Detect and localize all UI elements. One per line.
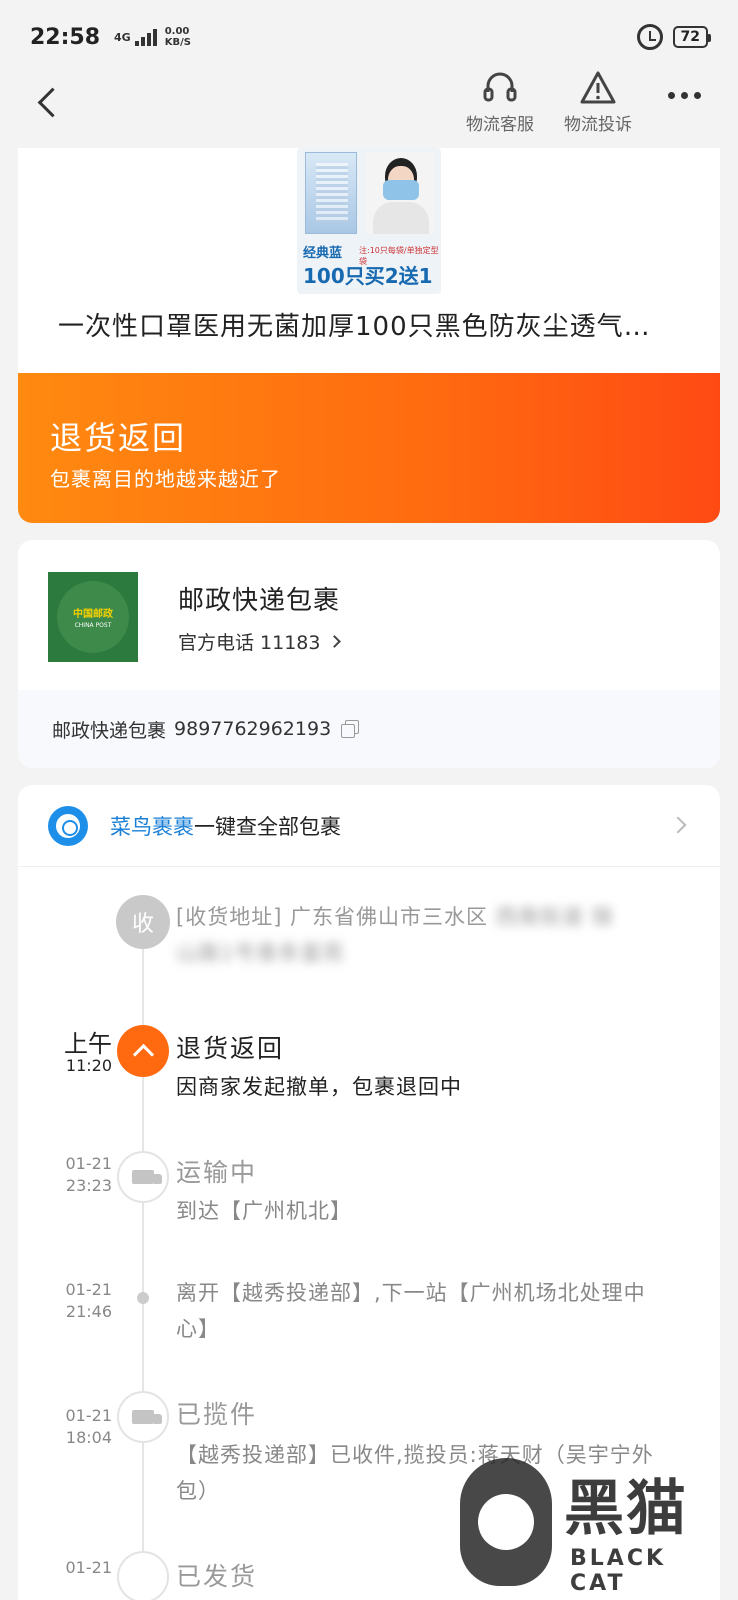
more-icon[interactable]	[668, 92, 701, 99]
event-date-day: 01-21	[65, 1558, 113, 1577]
cainiao-banner[interactable]: 菜鸟裹裹 一键查全部包裹	[18, 785, 720, 867]
chevron-right-icon	[328, 635, 342, 648]
net-speed-value: 0.00	[164, 26, 190, 37]
product-card[interactable]: 经典蓝 注:10只每袋/单独定型袋 100只买2送1 一次性口罩医用无菌加厚10…	[18, 148, 720, 378]
courier-name: 邮政快递包裹	[178, 586, 341, 616]
cainiao-brand: 菜鸟裹裹	[110, 814, 194, 839]
event-date-day: 01-21	[65, 1154, 113, 1173]
shipped-icon	[117, 1551, 169, 1600]
cainiao-text: 一键查全部包裹	[194, 814, 341, 839]
status-title: 退货返回	[50, 419, 187, 457]
headset-icon	[455, 68, 545, 108]
event-date: 01-21	[42, 1557, 113, 1579]
event-date-time: 11:20	[65, 1056, 112, 1075]
status-subtitle: 包裹离目的地越来越近了	[50, 467, 281, 491]
logo-en: CHINA POST	[74, 622, 112, 629]
cainiao-icon	[48, 805, 88, 846]
event-date-day: 01-21	[65, 1280, 113, 1299]
nav-bar: 物流客服 物流投诉	[0, 62, 738, 142]
model-photo	[365, 152, 435, 234]
watermark-en: BLACK CAT	[570, 1546, 667, 1596]
battery-icon: 72	[672, 26, 712, 48]
complaint-button[interactable]: 物流投诉	[553, 68, 643, 135]
alarm-icon	[636, 24, 663, 50]
network-type: 4G	[114, 30, 131, 44]
net-speed: 0.00 KB/S	[165, 26, 191, 48]
courier-phone-label: 官方电话 11183	[178, 632, 321, 654]
clock: 22:58	[30, 24, 101, 50]
tracking-number: 9897762962193	[174, 718, 332, 740]
event-date-day: 01-21	[65, 1406, 113, 1425]
customer-service-label: 物流客服	[466, 115, 534, 135]
tracking-label: 邮政快递包裹	[52, 719, 167, 742]
event-desc: 因商家发起撤单，包裹退回中	[176, 1075, 462, 1099]
watermark-cn: 黑猫	[564, 1474, 688, 1544]
receive-node: 收	[116, 895, 170, 949]
event-date: 01-21 21:46	[42, 1279, 113, 1323]
event-title: 已揽件	[176, 1400, 258, 1429]
event-date-day: 上午	[64, 1030, 112, 1058]
logo-cn: 中国邮政	[73, 609, 113, 620]
event-date-time: 23:23	[65, 1176, 112, 1195]
event-title: 运输中	[176, 1158, 258, 1187]
event-date-time: 18:04	[65, 1428, 112, 1447]
active-node-icon	[117, 1025, 169, 1077]
complaint-label: 物流投诉	[564, 115, 632, 135]
truck-icon	[117, 1391, 169, 1443]
truck-icon	[117, 1151, 169, 1203]
chevron-right-icon	[669, 816, 687, 834]
event-date: 01-21 23:23	[42, 1153, 113, 1197]
courier-card: 中国邮政 CHINA POST 邮政快递包裹 官方电话 11183 邮政快递包裹…	[18, 540, 720, 768]
net-speed-unit: KB/S	[164, 37, 191, 48]
event-title: 已发货	[176, 1562, 258, 1591]
warning-icon	[553, 68, 643, 108]
courier-phone-link[interactable]: 官方电话 11183	[178, 628, 342, 655]
blurred-address-line2: 山路1号香条富苑	[176, 941, 345, 965]
receive-address-text: [收货地址] 广东省佛山市三水区	[176, 905, 489, 929]
status-banner: 退货返回 包裹离目的地越来越近了	[18, 373, 720, 523]
blurred-address: 西南街道 锦	[495, 905, 614, 929]
china-post-logo: 中国邮政 CHINA POST	[48, 572, 138, 662]
promo-line1: 经典蓝	[303, 246, 343, 261]
back-icon[interactable]	[32, 82, 72, 122]
cat-logo-icon	[460, 1458, 552, 1586]
receive-address: [收货地址] 广东省佛山市三水区 西南街道 锦 山路1号香条富苑	[176, 899, 676, 971]
product-image: 经典蓝 注:10只每袋/单独定型袋 100只买2送1	[297, 148, 441, 294]
event-title: 退货返回	[176, 1034, 285, 1063]
product-title: 一次性口罩医用无菌加厚100只黑色防灰尘透气…	[58, 312, 651, 342]
black-cat-watermark: 黑猫 BLACK CAT	[460, 1450, 730, 1600]
customer-service-button[interactable]: 物流客服	[455, 68, 545, 135]
event-date: 01-21 18:04	[42, 1405, 113, 1449]
event-date-time: 21:46	[65, 1302, 112, 1321]
mask-package	[305, 152, 357, 234]
tracking-number-row: 邮政快递包裹 9897762962193	[18, 690, 720, 768]
event-desc: 到达【广州机北】	[176, 1199, 352, 1223]
timeline-dot	[137, 1292, 149, 1304]
promo-line2: 100只买2送1	[303, 264, 433, 288]
event-desc: 离开【越秀投递部】,下一站【广州机场北处理中心】	[176, 1281, 646, 1341]
copy-icon[interactable]	[341, 720, 360, 738]
event-date: 上午 11:20	[42, 1030, 112, 1077]
signal-icon	[134, 28, 157, 46]
